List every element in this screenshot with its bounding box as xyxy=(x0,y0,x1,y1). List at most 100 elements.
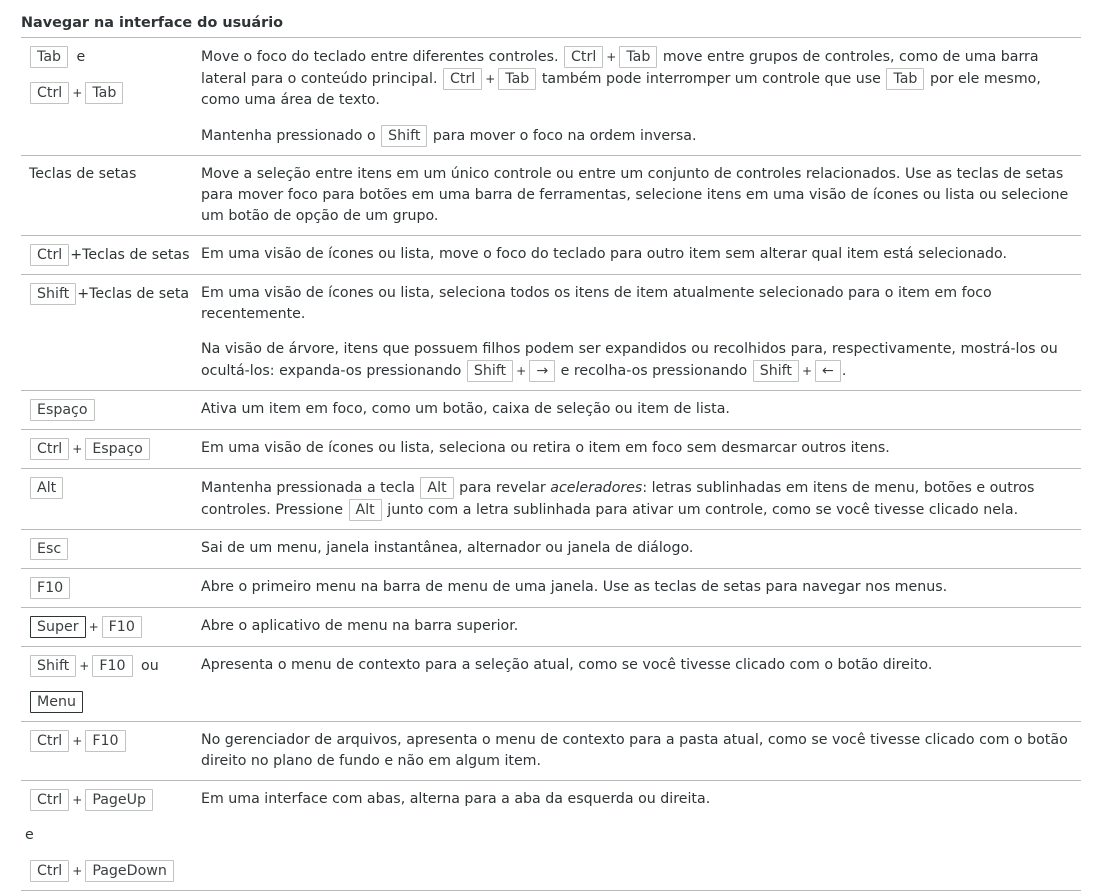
description-paragraph: No gerenciador de arquivos, apresenta o … xyxy=(201,732,1068,769)
description-paragraph: Move a seleção entre itens em um único c… xyxy=(201,166,1069,224)
table-row: Ctrl + F10 No gerenciador de arquivos, apr… xyxy=(21,722,1081,781)
page: Navegar na interface do usuário Tab e Ct… xyxy=(0,0,1095,891)
desc-text: para revelar xyxy=(459,480,546,496)
desc-text: também pode interromper um controle que … xyxy=(541,71,881,87)
keys-cell: Esc xyxy=(21,530,201,569)
description-paragraph: Mantenha pressionado o Shift para mover … xyxy=(201,125,1077,147)
key-space: Espaço xyxy=(30,399,95,421)
key-pageup: PageUp xyxy=(85,789,154,811)
description-cell: Sai de um menu, janela instantânea, alte… xyxy=(201,530,1081,569)
key-space: Espaço xyxy=(85,438,150,460)
key-esc: Esc xyxy=(30,538,69,560)
keys-cell: Tab e Ctrl + Tab xyxy=(21,38,201,156)
key-alt: Alt xyxy=(30,477,64,499)
description-paragraph: Abre o aplicativo de menu na barra super… xyxy=(201,618,519,634)
plus-sign: + xyxy=(516,364,527,378)
description-cell: Em uma visão de ícones ou lista, selecio… xyxy=(201,275,1081,391)
keys-cell: Ctrl + F10 xyxy=(21,722,201,781)
keys-cell: Ctrl + Espaço xyxy=(21,430,201,469)
desc-text: Mantenha pressionado o xyxy=(201,128,376,144)
key-tab: Tab xyxy=(85,82,124,104)
description-paragraph: Move o foco do teclado entre diferentes … xyxy=(201,46,1077,111)
keys-suffix: +Teclas de seta xyxy=(77,286,190,302)
table-row: Shift +Teclas de seta Em uma visão de íco… xyxy=(21,275,1081,391)
key-tab: Tab xyxy=(619,46,658,68)
table-row: Super + F10 Abre o aplicativo de menu na b… xyxy=(21,608,1081,647)
description-cell: Ativa um item em foco, como um botão, ca… xyxy=(201,391,1081,430)
section-title: Navegar na interface do usuário xyxy=(21,15,284,31)
description-paragraph: Ativa um item em foco, como um botão, ca… xyxy=(201,401,730,417)
table-row: Esc Sai de um menu, janela instantânea, … xyxy=(21,530,1081,569)
table-row: Ctrl + Espaço Em uma visão de ícones ou li… xyxy=(21,430,1081,469)
description-paragraph: Em uma visão de ícones ou lista, selecio… xyxy=(201,440,890,456)
description-cell: Em uma visão de ícones ou lista, selecio… xyxy=(201,430,1081,469)
keys-cell: Ctrl +Teclas de setas xyxy=(21,236,201,275)
description-cell: Move o foco do teclado entre diferentes … xyxy=(201,38,1081,156)
key-shift: Shift xyxy=(466,360,514,382)
desc-text: e recolha-os pressionando xyxy=(560,363,748,379)
description-paragraph: Em uma visão de ícones ou lista, selecio… xyxy=(201,285,992,322)
desc-text: Move o foco do teclado entre diferentes … xyxy=(201,49,559,65)
table-row: Shift + F10 ou Menu Apresenta o menu de co… xyxy=(21,647,1081,722)
keys-cell: Espaço xyxy=(21,391,201,430)
table-row: Tab e Ctrl + Tab Move o foco do teclado en… xyxy=(21,37,1081,156)
description-cell: No gerenciador de arquivos, apresenta o … xyxy=(201,722,1081,781)
plus-sign: + xyxy=(72,442,83,456)
keys-cell: F10 xyxy=(21,569,201,608)
key-f10: F10 xyxy=(85,730,126,752)
emphasis-text: aceleradores xyxy=(550,480,643,496)
desc-text: . xyxy=(841,363,847,379)
desc-text: para mover o foco na ordem inversa. xyxy=(432,128,697,144)
description-cell: Em uma visão de ícones ou lista, move o … xyxy=(201,236,1081,275)
description-cell: Abre o aplicativo de menu na barra super… xyxy=(201,608,1081,647)
key-ctrl: Ctrl xyxy=(30,860,70,882)
key-ctrl: Ctrl xyxy=(30,82,70,104)
description-paragraph: Em uma interface com abas, alterna para … xyxy=(201,791,711,807)
plus-sign: + xyxy=(606,50,617,64)
key-f10: F10 xyxy=(92,655,133,677)
table-row: Teclas de setas Move a seleção entre ite… xyxy=(21,156,1081,236)
desc-text: junto com a letra sublinhada para ativar… xyxy=(387,502,1019,518)
key-ctrl: Ctrl xyxy=(30,730,70,752)
plus-sign: + xyxy=(72,793,83,807)
plus-sign: + xyxy=(88,620,99,634)
keys-cell: Shift + F10 ou Menu xyxy=(21,647,201,722)
plus-sign: + xyxy=(801,364,813,378)
keys-text: Teclas de setas xyxy=(29,166,137,182)
description-cell: Abre o primeiro menu na barra de menu de… xyxy=(201,569,1081,608)
table-row: F10 Abre o primeiro menu na barra de men… xyxy=(21,569,1081,608)
key-pagedown: PageDown xyxy=(85,860,174,882)
plus-sign: + xyxy=(485,72,496,86)
description-paragraph: Abre o primeiro menu na barra de menu de… xyxy=(201,579,948,595)
key-tab: Tab xyxy=(886,68,925,90)
plus-sign: + xyxy=(72,86,83,100)
key-ctrl: Ctrl xyxy=(564,46,604,68)
desc-text: Mantenha pressionada a tecla xyxy=(201,480,415,496)
keys-cell: Teclas de setas xyxy=(21,156,201,236)
conj-e: e xyxy=(25,827,34,843)
key-alt: Alt xyxy=(348,499,382,521)
key-shift: Shift xyxy=(30,283,77,305)
key-ctrl: Ctrl xyxy=(30,438,70,460)
key-shift: Shift xyxy=(752,360,799,382)
table-row: Ctrl + PageUp e Ctrl + PageDown Em uma inter… xyxy=(21,781,1081,891)
key-menu: Menu xyxy=(30,691,83,713)
table-row: Alt Mantenha pressionada a tecla Alt par… xyxy=(21,469,1081,530)
keys-cell: Super + F10 xyxy=(21,608,201,647)
table-row: Ctrl +Teclas de setas Em uma visão de íco… xyxy=(21,236,1081,275)
key-tab: Tab xyxy=(498,68,537,90)
keys-cell: Shift +Teclas de seta xyxy=(21,275,201,391)
key-shift: Shift xyxy=(381,125,428,147)
left-arrow-key-icon: ← xyxy=(815,360,841,382)
key-ctrl: Ctrl xyxy=(442,68,483,90)
plus-sign: + xyxy=(72,734,83,748)
key-tab: Tab xyxy=(30,46,69,68)
description-paragraph: Sai de um menu, janela instantânea, alte… xyxy=(201,540,694,556)
conj-e: e xyxy=(76,49,86,65)
shortcuts-table: Tab e Ctrl + Tab Move o foco do teclado en… xyxy=(21,37,1081,891)
keys-cell: Alt xyxy=(21,469,201,530)
keys-cell: Ctrl + PageUp e Ctrl + PageDown xyxy=(21,781,201,891)
description-cell: Em uma interface com abas, alterna para … xyxy=(201,781,1081,891)
key-ctrl: Ctrl xyxy=(30,244,70,266)
description-paragraph: Apresenta o menu de contexto para a sele… xyxy=(201,657,933,673)
